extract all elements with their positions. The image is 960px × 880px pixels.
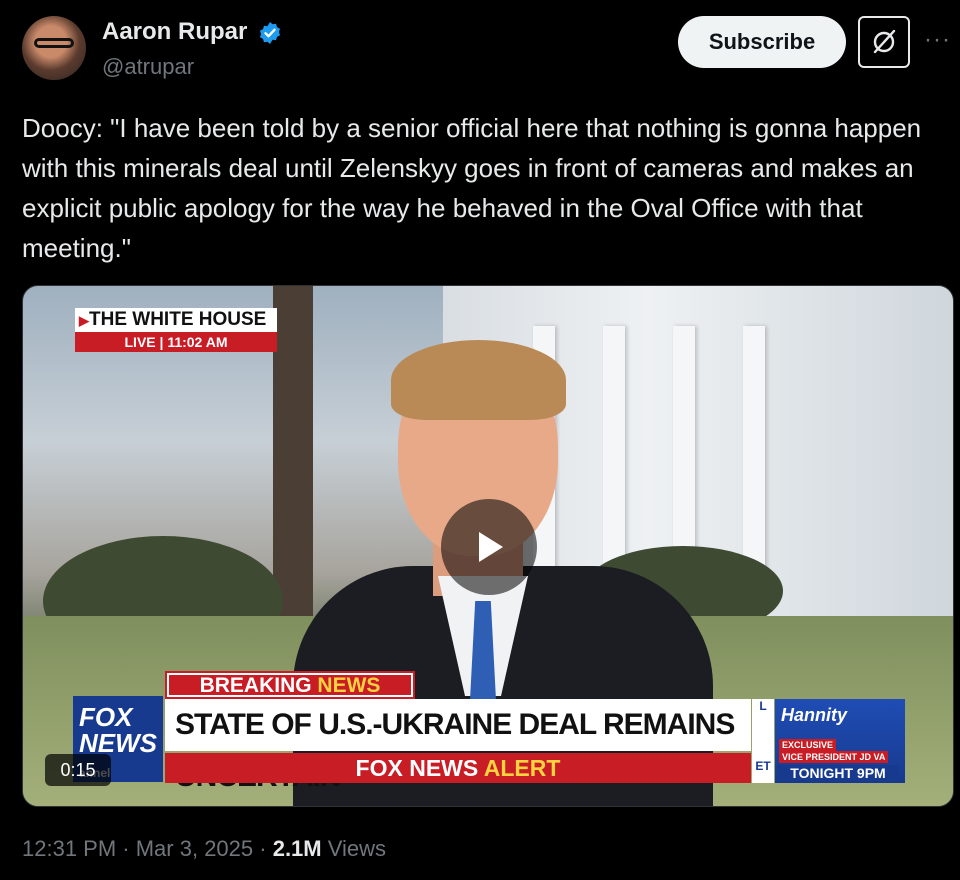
grok-glyph-icon	[873, 29, 896, 54]
hannity-promo: Hannity EXCLUSIVE VICE PRESIDENT JD VA T…	[775, 699, 905, 783]
meta-separator: ·	[116, 836, 136, 861]
chyron-headline: STATE OF U.S.-UKRAINE DEAL REMAINS UNCER…	[165, 699, 751, 793]
strip-bottom: ET	[755, 759, 771, 773]
strip-top: L	[759, 699, 767, 713]
live-label: LIVE | 11:02 AM	[75, 332, 277, 352]
location-bug: ▶THE WHITE HOUSE LIVE | 11:02 AM	[75, 308, 277, 354]
alert-brand: FOX NEWS	[355, 755, 479, 781]
post-date[interactable]: Mar 3, 2025	[136, 836, 253, 861]
subscribe-button[interactable]: Subscribe	[678, 16, 846, 68]
views-count: 2.1M	[272, 836, 322, 861]
views-label: Views	[321, 836, 387, 861]
play-triangle-icon	[479, 532, 503, 562]
promo-exclusive: EXCLUSIVE	[779, 739, 837, 751]
promo-show: Hannity	[781, 705, 848, 725]
fox-news-alert: FOX NEWS ALERT	[165, 753, 751, 783]
more-icon[interactable]: ···	[924, 26, 951, 54]
avatar[interactable]	[22, 16, 86, 80]
play-icon[interactable]	[441, 499, 537, 595]
video-duration: 0:15	[45, 754, 111, 786]
author-name[interactable]: Aaron Rupar	[102, 18, 247, 46]
alert-word: ALERT	[483, 755, 561, 781]
promo-time: TONIGHT 9PM	[777, 765, 899, 781]
breaking-news-banner: BREAKING NEWS	[165, 671, 415, 699]
avatar-glasses	[34, 38, 74, 48]
verified-badge-icon	[260, 22, 280, 44]
grok-icon[interactable]	[858, 16, 910, 68]
promo-guest: VICE PRESIDENT JD VA	[779, 751, 889, 763]
side-strip: L ET	[752, 699, 774, 783]
news-word: NEWS	[317, 674, 381, 697]
author-handle[interactable]: @atrupar	[102, 54, 194, 80]
video-player[interactable]: ▶THE WHITE HOUSE LIVE | 11:02 AM BREAKIN…	[22, 285, 954, 807]
meta-separator: ·	[253, 836, 273, 861]
post-time[interactable]: 12:31 PM	[22, 836, 116, 861]
breaking-word: BREAKING	[199, 674, 312, 697]
tweet-meta: 12:31 PM · Mar 3, 2025 · 2.1M Views	[22, 836, 386, 862]
tweet-text: Doocy: "I have been told by a senior off…	[22, 113, 922, 263]
location-label: THE WHITE HOUSE	[89, 309, 267, 330]
